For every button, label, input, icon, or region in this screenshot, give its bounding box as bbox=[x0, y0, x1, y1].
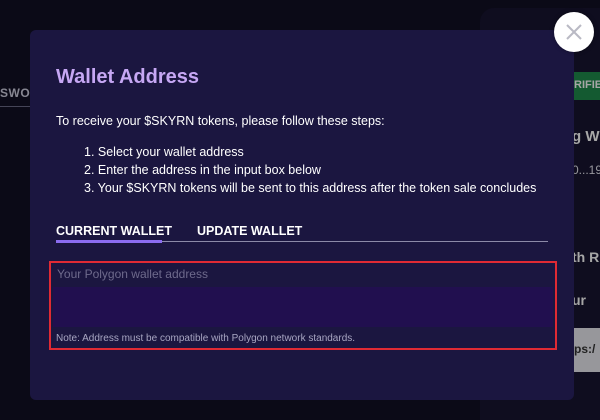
modal-intro: To receive your $SKYRN tokens, please fo… bbox=[56, 114, 385, 128]
tab-update-wallet[interactable]: UPDATE WALLET bbox=[197, 224, 302, 238]
steps-list: 1. Select your wallet address 2. Enter t… bbox=[84, 143, 536, 197]
wallet-address-input[interactable] bbox=[53, 287, 553, 327]
step-item: 1. Select your wallet address bbox=[84, 145, 244, 159]
close-icon bbox=[566, 24, 582, 40]
address-placeholder: Your Polygon wallet address bbox=[57, 267, 208, 281]
step-item: 2. Enter the address in the input box be… bbox=[84, 163, 321, 177]
modal-title: Wallet Address bbox=[56, 66, 199, 88]
tab-current-wallet[interactable]: CURRENT WALLET bbox=[56, 224, 172, 238]
wallet-tabs: CURRENT WALLET UPDATE WALLET bbox=[56, 224, 548, 243]
step-item: 3. Your $SKYRN tokens will be sent to th… bbox=[84, 181, 537, 195]
wallet-address-section: Your Polygon wallet address Note: Addres… bbox=[49, 261, 557, 350]
address-note: Note: Address must be compatible with Po… bbox=[56, 333, 356, 344]
wallet-address-modal: Wallet Address To receive your $SKYRN to… bbox=[30, 30, 574, 400]
close-button[interactable] bbox=[554, 12, 594, 52]
active-tab-indicator bbox=[56, 240, 162, 243]
